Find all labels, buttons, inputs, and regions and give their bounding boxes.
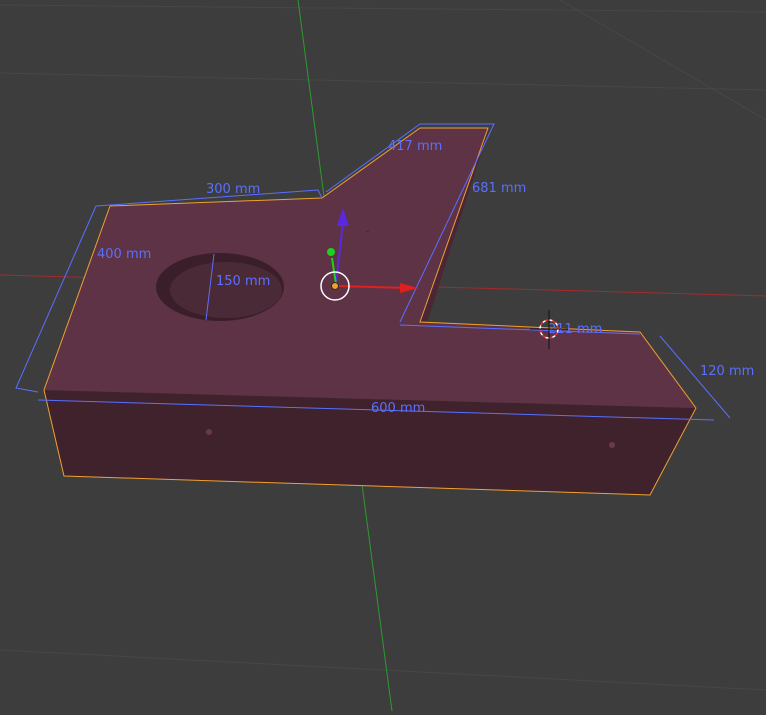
dim-label-hole: 150 mm: [216, 274, 270, 289]
dim-label-top-left: 300 mm: [206, 182, 260, 197]
dim-label-height: 120 mm: [700, 364, 754, 379]
mesh-top-face[interactable]: [44, 128, 696, 408]
viewport-canvas[interactable]: 300 mm 417 mm 681 mm 400 mm 150 mm 211 m…: [0, 0, 766, 712]
gizmo-label-artifact: -: [366, 227, 369, 237]
mesh-hole-inner-shade: [170, 262, 282, 318]
gizmo-y-head[interactable]: [327, 248, 335, 256]
dim-label-angled-top: 417 mm: [388, 139, 442, 154]
dim-label-left-depth: 400 mm: [97, 247, 151, 262]
mesh-front-face[interactable]: [44, 390, 696, 495]
mesh-dot: [206, 429, 212, 435]
dim-label-angled-right: 681 mm: [472, 181, 526, 196]
mesh-dot: [609, 442, 615, 448]
dim-label-front-width: 600 mm: [371, 401, 425, 416]
object-origin-icon: [331, 282, 339, 290]
3d-viewport[interactable]: 300 mm 417 mm 681 mm 400 mm 150 mm 211 m…: [0, 0, 766, 712]
